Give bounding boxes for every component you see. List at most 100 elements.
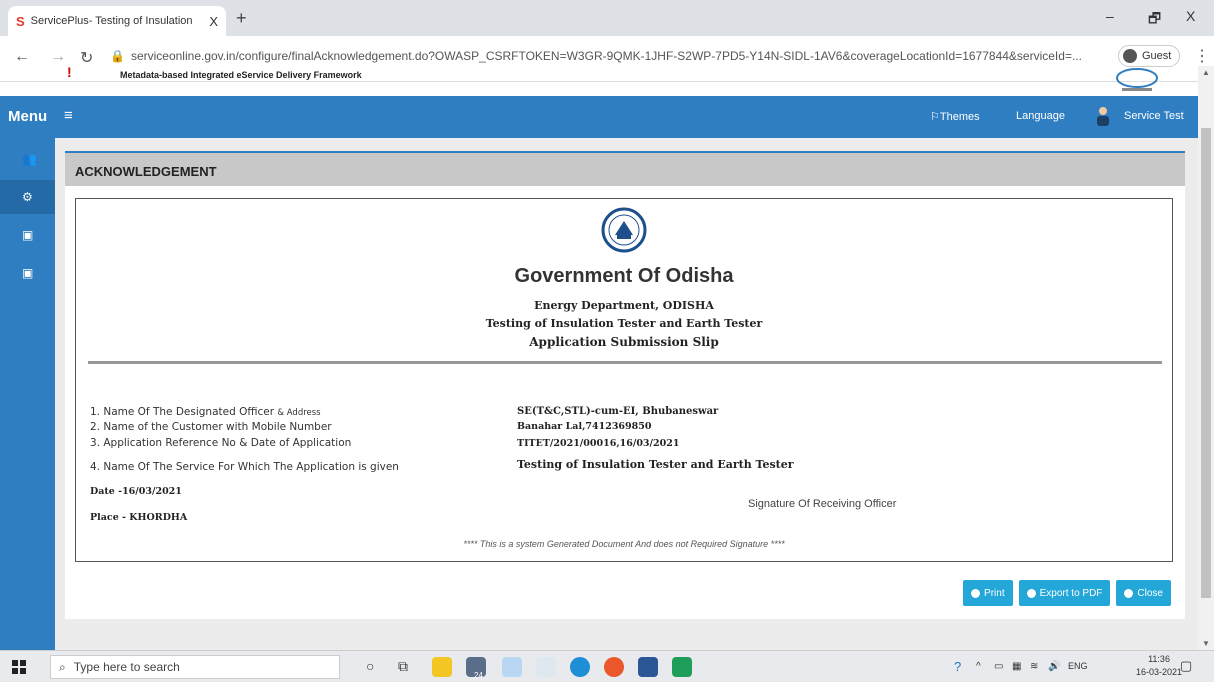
department-name: Energy Department, ODISHA <box>534 299 714 312</box>
user-name-link[interactable]: Service Test <box>1124 110 1184 122</box>
file-explorer-icon[interactable] <box>432 657 452 677</box>
row-label-reference: 3. Application Reference No & Date of Ap… <box>90 437 352 449</box>
document-title: Application Submission Slip <box>529 335 719 349</box>
wifi-icon[interactable]: ≋ <box>1030 661 1038 672</box>
main-content: ACKNOWLEDGEMENT Government Of Odisha Ene… <box>55 138 1198 650</box>
network-icon[interactable]: ▦ <box>1012 661 1021 672</box>
tray-chevron-icon[interactable]: ^ <box>976 661 981 672</box>
user-avatar-icon <box>1097 107 1109 126</box>
submission-slip: Government Of Odisha Energy Department, … <box>75 198 1173 562</box>
tab-title: ServicePlus- Testing of Insulation <box>30 15 193 27</box>
notifications-icon[interactable]: ▢ <box>1180 658 1192 674</box>
scroll-thumb[interactable] <box>1201 128 1211 598</box>
close-icon <box>1124 588 1134 598</box>
export-icon <box>1026 588 1036 598</box>
lock-icon: 🔒 <box>110 49 125 63</box>
list-icon: ▣ <box>22 228 34 242</box>
profile-button[interactable]: Guest <box>1118 45 1181 67</box>
print-button[interactable]: Print <box>963 580 1013 606</box>
action-buttons: Print Export to PDF Close <box>963 580 1171 606</box>
acknowledgement-panel: ACKNOWLEDGEMENT Government Of Odisha Ene… <box>65 151 1185 619</box>
sidebar-item-applications[interactable]: ▣ <box>0 256 55 290</box>
row-value-customer: Banahar Lal,7412369850 <box>517 421 652 432</box>
tab-close-icon[interactable]: X <box>209 14 218 29</box>
row-value-officer: SE(T&C,STL)-cum-EI, Bhubaneswar <box>517 406 719 417</box>
browser-menu-icon[interactable]: ⋮ <box>1194 46 1210 66</box>
window-close-button[interactable]: X <box>1186 8 1195 24</box>
volume-icon[interactable]: 🔊 <box>1048 661 1060 672</box>
profile-label: Guest <box>1142 50 1172 62</box>
doc-icon: ▣ <box>22 266 34 280</box>
vertical-scrollbar[interactable]: ▲ ▼ <box>1198 66 1214 650</box>
taskbar-search-input[interactable]: ⌕ Type here to search <box>50 655 340 679</box>
digital-india-logo-icon <box>1116 68 1158 91</box>
link-icon[interactable] <box>536 657 556 677</box>
restore-button[interactable]: 🗗 <box>1148 8 1161 32</box>
scroll-down-icon[interactable]: ▼ <box>1202 639 1210 648</box>
serviceplus-favicon-icon: S <box>16 13 25 29</box>
row-label-officer: 1. Name Of The Designated Officer & Addr… <box>90 406 321 418</box>
app-header: Menu ≡ ⚐Themes Language Service Test <box>0 96 1198 138</box>
windows-taskbar: ⌕ Type here to search ○ ⧉ 24 ? ^ ▭ ▦ ≋ 🔊… <box>0 650 1214 682</box>
row-value-reference: TITET/2021/00016,16/03/2021 <box>517 438 680 449</box>
language-link[interactable]: Language <box>1016 110 1065 122</box>
panel-title: ACKNOWLEDGEMENT <box>65 153 1185 186</box>
banner-logo-icon: ! <box>67 64 72 80</box>
avatar-icon <box>1123 49 1137 63</box>
sidebar-item-settings[interactable]: ⚙ <box>0 180 55 214</box>
task-view-icon[interactable]: ⧉ <box>398 658 408 675</box>
users-icon: 👥 <box>22 152 37 166</box>
clock-time: 11:36 <box>1148 654 1170 664</box>
themes-link[interactable]: ⚐Themes <box>930 110 980 123</box>
row-label-customer: 2. Name of the Customer with Mobile Numb… <box>90 421 332 433</box>
minimize-button[interactable]: – <box>1106 8 1114 24</box>
word-icon[interactable] <box>638 657 658 677</box>
odisha-emblem-icon <box>601 207 647 253</box>
language-indicator[interactable]: ENG <box>1068 661 1088 671</box>
row-value-service: Testing of Insulation Tester and Earth T… <box>517 458 794 471</box>
photos-icon[interactable] <box>672 657 692 677</box>
menu-label[interactable]: Menu <box>8 108 47 125</box>
hamburger-icon[interactable]: ≡ <box>64 107 73 124</box>
search-icon: ⌕ <box>59 659 66 674</box>
export-pdf-button[interactable]: Export to PDF <box>1018 580 1111 606</box>
reload-icon[interactable]: ↻ <box>80 48 93 68</box>
government-title: Government Of Odisha <box>514 265 734 287</box>
mail-icon[interactable]: 24 <box>466 657 486 680</box>
gears-icon: ⚙ <box>22 190 33 204</box>
chrome-icon[interactable] <box>604 657 624 677</box>
search-placeholder: Type here to search <box>73 660 180 674</box>
close-button[interactable]: Close <box>1116 580 1171 606</box>
forward-arrow-icon[interactable]: → <box>50 48 66 66</box>
sidebar-item-reports[interactable]: ▣ <box>0 218 55 252</box>
banner: ! Metadata-based Integrated eService Del… <box>0 64 1200 96</box>
url-text: serviceonline.gov.in/configure/finalAckn… <box>130 49 1082 63</box>
new-tab-button[interactable]: + <box>236 8 247 29</box>
signature-label: Signature Of Receiving Officer <box>748 498 897 510</box>
app-icon[interactable] <box>502 657 522 677</box>
cortana-icon[interactable]: ○ <box>366 658 374 674</box>
browser-tab[interactable]: S ServicePlus- Testing of Insulation X <box>8 6 226 36</box>
back-arrow-icon[interactable]: ← <box>14 48 30 66</box>
browser-tab-bar: S ServicePlus- Testing of Insulation X +… <box>0 0 1214 36</box>
slip-place: Place - KHORDHA <box>90 512 188 523</box>
battery-icon[interactable]: ▭ <box>994 661 1003 672</box>
divider <box>88 361 1162 364</box>
banner-subtitle: Metadata-based Integrated eService Deliv… <box>120 70 362 80</box>
slip-date: Date -16/03/2021 <box>90 486 182 497</box>
sidebar: 👥 ⚙ ▣ ▣ <box>0 138 55 650</box>
sidebar-item-users[interactable]: 👥 <box>0 142 55 176</box>
themes-label: Themes <box>939 111 980 123</box>
flag-icon: ⚐ <box>930 111 940 123</box>
scroll-up-icon[interactable]: ▲ <box>1202 68 1210 77</box>
edge-icon[interactable] <box>570 657 590 677</box>
row-label-service: 4. Name Of The Service For Which The App… <box>90 461 399 473</box>
windows-start-icon[interactable] <box>12 660 26 674</box>
clock-date: 16-03-2021 <box>1136 667 1183 677</box>
system-clock[interactable]: 11:36 16-03-2021 <box>1136 653 1182 679</box>
service-name: Testing of Insulation Tester and Earth T… <box>485 317 763 330</box>
url-field[interactable]: 🔒 serviceonline.gov.in/configure/finalAck… <box>110 49 1082 63</box>
print-icon <box>971 588 981 598</box>
system-footnote: **** This is a system Generated Document… <box>463 539 785 549</box>
help-icon[interactable]: ? <box>954 659 961 674</box>
